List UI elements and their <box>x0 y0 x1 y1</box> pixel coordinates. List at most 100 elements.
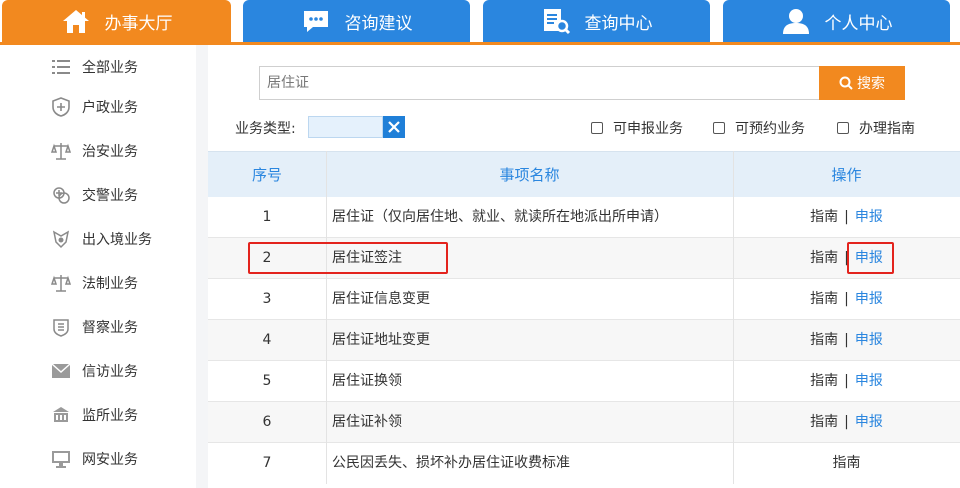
column-divider <box>733 151 734 484</box>
apply-link[interactable]: 申报 <box>855 414 883 430</box>
action-separator: | <box>844 332 849 348</box>
tab-label: 咨询建议 <box>344 13 413 34</box>
checkbox-box[interactable] <box>713 122 725 134</box>
clear-type-button[interactable] <box>383 116 405 138</box>
action-separator: | <box>844 373 849 389</box>
apply-link[interactable]: 申报 <box>855 291 883 307</box>
search-button[interactable]: 搜索 <box>819 66 905 100</box>
tab-query[interactable]: 查询中心 <box>483 0 710 42</box>
business-type-select[interactable] <box>308 116 383 138</box>
sidebar-item-label: 出入境业务 <box>82 232 152 248</box>
sidebar-item-label: 监所业务 <box>82 408 138 424</box>
checkbox-box[interactable] <box>591 122 603 134</box>
guide-link[interactable]: 指南 <box>810 373 838 389</box>
table-row: 4 居住证地址变更 指南 | 申报 <box>208 320 960 361</box>
guide-link[interactable]: 指南 <box>810 250 838 266</box>
row-actions: 指南 | 申报 <box>733 361 960 402</box>
checkbox-box[interactable] <box>837 122 849 134</box>
sidebar-item-detention[interactable]: 监所业务 <box>50 400 138 430</box>
tab-consult[interactable]: 咨询建议 <box>243 0 470 42</box>
row-number: 1 <box>262 209 272 225</box>
row-name: 居住证（仅向居住地、就业、就读所在地派出所申请） <box>332 209 668 225</box>
sidebar-item-label: 督察业务 <box>82 320 138 336</box>
sidebar-item-traffic[interactable]: 交警业务 <box>50 180 138 210</box>
table-row: 7 公民因丢失、损坏补办居住证收费标准 指南 <box>208 443 960 484</box>
search-button-label: 搜索 <box>857 76 885 92</box>
traffic-icon <box>50 184 72 206</box>
guide-link[interactable]: 指南 <box>810 332 838 348</box>
document-search-icon <box>541 7 571 35</box>
search-icon <box>839 76 857 90</box>
sidebar-item-public-security[interactable]: 治安业务 <box>50 136 138 166</box>
row-actions: 指南 | 申报 <box>733 279 960 320</box>
sidebar-item-all[interactable]: 全部业务 <box>50 52 138 82</box>
sidebar-item-legal[interactable]: 法制业务 <box>50 268 138 298</box>
tab-label: 个人中心 <box>824 13 893 34</box>
table-row: 6 居住证补领 指南 | 申报 <box>208 402 960 443</box>
business-type-label: 业务类型: <box>235 121 296 137</box>
sidebar-item-household[interactable]: 户政业务 <box>50 92 138 122</box>
column-header-actions: 操作 <box>831 166 862 184</box>
sidebar-item-label: 治安业务 <box>82 144 138 160</box>
close-icon <box>387 120 401 134</box>
apply-link[interactable]: 申报 <box>855 373 883 389</box>
badge-icon <box>50 228 72 250</box>
row-number: 6 <box>262 414 272 430</box>
sidebar-item-label: 网安业务 <box>82 452 138 468</box>
action-separator: | <box>844 209 849 225</box>
apply-link[interactable]: 申报 <box>855 209 883 225</box>
row-name: 居住证补领 <box>332 414 402 430</box>
column-header-name: 事项名称 <box>499 166 560 184</box>
row-name: 公民因丢失、损坏补办居住证收费标准 <box>332 455 570 471</box>
checkbox-label: 办理指南 <box>859 121 915 137</box>
checkbox-guide[interactable]: 办理指南 <box>837 118 915 138</box>
monitor-icon <box>50 448 72 470</box>
top-nav: 办事大厅 咨询建议 查询中心 个人中心 <box>0 0 960 45</box>
table-header: 序号 事项名称 操作 <box>208 151 960 197</box>
sidebar-item-exit-entry[interactable]: 出入境业务 <box>50 224 152 254</box>
sidebar-item-label: 户政业务 <box>82 100 138 116</box>
user-icon <box>781 7 811 35</box>
table-row: 5 居住证换领 指南 | 申报 <box>208 361 960 402</box>
highlight-box-apply-link <box>847 242 894 274</box>
tab-office-hall[interactable]: 办事大厅 <box>2 0 231 42</box>
home-icon <box>61 8 91 34</box>
row-actions: 指南 | 申报 <box>733 320 960 361</box>
row-number: 3 <box>262 291 272 307</box>
table-row: 3 居住证信息变更 指南 | 申报 <box>208 279 960 320</box>
emblem-icon <box>50 316 72 338</box>
sidebar-item-inspection[interactable]: 督察业务 <box>50 312 138 342</box>
checkbox-label: 可预约业务 <box>735 121 805 137</box>
highlight-box-item-name <box>248 242 448 274</box>
scales-icon <box>50 140 72 162</box>
row-number: 7 <box>262 455 272 471</box>
sidebar-item-petition[interactable]: 信访业务 <box>50 356 138 386</box>
checkbox-declarable[interactable]: 可申报业务 <box>591 118 683 138</box>
search-input[interactable]: 居住证 <box>259 66 819 100</box>
checkbox-bookable[interactable]: 可预约业务 <box>713 118 805 138</box>
row-name: 居住证信息变更 <box>332 291 430 307</box>
sidebar-item-cyber[interactable]: 网安业务 <box>50 444 138 474</box>
apply-link[interactable]: 申报 <box>855 332 883 348</box>
guide-link[interactable]: 指南 <box>810 291 838 307</box>
tab-label: 办事大厅 <box>104 13 173 34</box>
tab-label: 查询中心 <box>584 13 653 34</box>
guide-link[interactable]: 指南 <box>810 414 838 430</box>
row-name: 居住证换领 <box>332 373 402 389</box>
tab-personal[interactable]: 个人中心 <box>723 0 950 42</box>
column-divider <box>326 151 327 484</box>
sidebar: 全部业务 户政业务 治安业务 交警业务 出入境业务 法制业务 督察业务 信访业务… <box>0 45 196 488</box>
row-actions: 指南 | 申报 <box>733 197 960 238</box>
action-separator: | <box>844 414 849 430</box>
guide-link[interactable]: 指南 <box>810 209 838 225</box>
shield-icon <box>50 96 72 118</box>
sidebar-item-label: 交警业务 <box>82 188 138 204</box>
sidebar-item-label: 法制业务 <box>82 276 138 292</box>
action-separator: | <box>844 291 849 307</box>
guide-link[interactable]: 指南 <box>833 455 861 471</box>
sidebar-item-label: 全部业务 <box>82 60 138 76</box>
row-actions: 指南 <box>733 443 960 484</box>
list-icon <box>50 56 72 78</box>
main-panel: 居住证 搜索 业务类型: 可申报业务 可预约业务 办理指南 序号 事项名称 操作… <box>208 45 960 488</box>
chat-bubble-icon <box>301 8 331 34</box>
